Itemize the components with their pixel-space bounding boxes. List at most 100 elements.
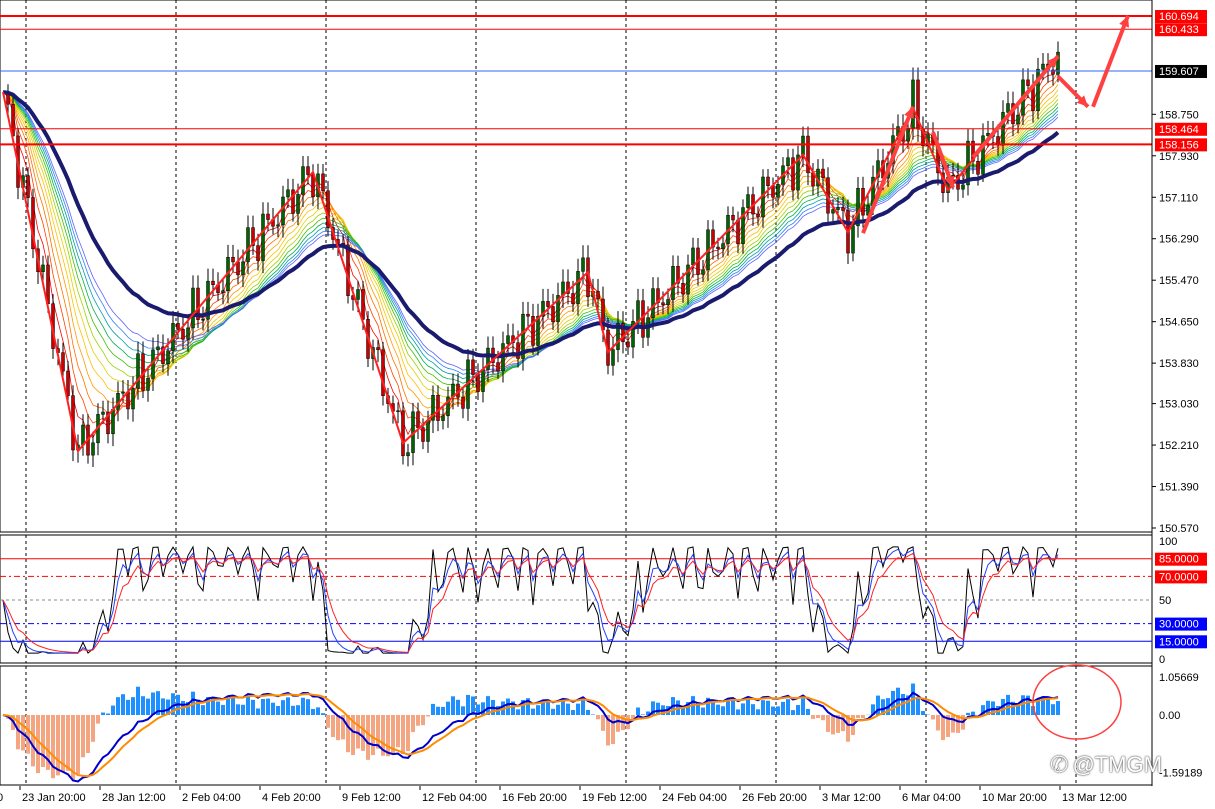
macd-histogram-bar xyxy=(816,715,820,719)
macd-histogram-bar xyxy=(311,708,315,715)
time-tick-label: 3 Mar 12:00 xyxy=(822,792,881,804)
price-tick-label: 157.930 xyxy=(1159,151,1199,163)
macd-histogram-bar xyxy=(116,697,120,715)
candle-body xyxy=(1016,114,1020,125)
tmgm-logo-icon: ✆ xyxy=(1050,752,1069,777)
macd-histogram-bar xyxy=(51,715,55,779)
macd-histogram-bar xyxy=(106,713,110,715)
candle-body xyxy=(481,369,485,392)
watermark-text: @TMGM xyxy=(1072,752,1162,777)
macd-histogram-bar xyxy=(466,694,470,715)
macd-histogram-bar xyxy=(861,715,865,719)
macd-histogram-bar xyxy=(451,696,455,715)
time-tick-label: 24 Feb 04:00 xyxy=(662,792,727,804)
candle-body xyxy=(26,175,30,198)
chart-canvas[interactable]: 158.750 157.930 157.110 156.290 155.470 154.6… xyxy=(0,0,1215,809)
price-tick-label: 153.830 xyxy=(1159,358,1199,370)
macd-histogram-bar xyxy=(801,698,805,715)
main-panel xyxy=(0,0,1153,533)
candle-body xyxy=(691,247,695,266)
macd-histogram-bar xyxy=(56,715,60,776)
macd-histogram-bar xyxy=(721,706,725,715)
macd-histogram-bar xyxy=(41,715,45,768)
macd-zero-label: 0.00 xyxy=(1159,710,1180,722)
macd-histogram-bar xyxy=(136,686,140,715)
price-level-tag-label: 158.464 xyxy=(1159,124,1199,136)
chart-window[interactable]: 158.750 157.930 157.110 156.290 155.470 154.6… xyxy=(0,0,1215,809)
macd-histogram-bar xyxy=(86,715,90,754)
macd-histogram-bar xyxy=(316,707,320,715)
time-tick-label: 16 Feb 20:00 xyxy=(502,792,567,804)
macd-histogram-bar xyxy=(296,705,300,715)
macd-histogram-bar xyxy=(81,715,85,758)
macd-histogram-bar xyxy=(151,692,155,715)
osc-min-label: 0 xyxy=(1159,654,1165,666)
candle-body xyxy=(281,196,285,226)
price-tick-label: 155.470 xyxy=(1159,275,1199,287)
macd-histogram-bar xyxy=(101,712,105,715)
macd-histogram-bar xyxy=(636,707,640,715)
candle-body xyxy=(626,341,630,348)
candle-body xyxy=(81,424,85,446)
macd-histogram-bar xyxy=(716,704,720,715)
candle-body xyxy=(1036,68,1040,112)
macd-histogram-bar xyxy=(921,711,925,715)
macd-histogram-bar xyxy=(251,699,255,715)
candle-body xyxy=(441,415,445,421)
macd-histogram-bar xyxy=(761,700,765,715)
macd-histogram-bar xyxy=(916,697,920,715)
price-level-tag-label: 160.694 xyxy=(1159,11,1199,23)
macd-histogram-bar xyxy=(556,704,560,715)
candle-body xyxy=(571,293,575,305)
candle-body xyxy=(156,346,160,351)
candle-body xyxy=(301,166,305,195)
macd-histogram-bar xyxy=(771,706,775,715)
macd-max-label: 1.05669 xyxy=(1159,672,1199,684)
macd-histogram-bar xyxy=(91,715,95,742)
macd-histogram-bar xyxy=(796,705,800,715)
macd-histogram-bar xyxy=(261,699,265,715)
price-tick-label: 154.650 xyxy=(1159,317,1199,329)
candle-body xyxy=(961,184,965,190)
macd-histogram-bar xyxy=(436,706,440,715)
candle-body xyxy=(121,391,125,394)
candle-body xyxy=(1006,103,1010,113)
osc-level-tag-label: 70.0000 xyxy=(1159,571,1199,583)
macd-histogram-bar xyxy=(221,704,225,715)
osc-level-tag-label: 15.0000 xyxy=(1159,636,1199,648)
candle-body xyxy=(421,427,425,442)
price-level-tag-label: 159.607 xyxy=(1159,66,1199,78)
candle-body xyxy=(681,283,685,295)
time-tick-label: 19 Feb 12:00 xyxy=(582,792,647,804)
macd-histogram-bar xyxy=(266,698,270,715)
candle-body xyxy=(736,219,740,245)
candle-body xyxy=(261,213,265,261)
macd-histogram-bar xyxy=(571,709,575,715)
macd-histogram-bar xyxy=(361,715,365,751)
candle-body xyxy=(1041,63,1045,70)
candle-body xyxy=(1026,79,1030,86)
macd-histogram-bar xyxy=(781,701,785,715)
macd-histogram-bar xyxy=(1046,699,1050,715)
macd-histogram-bar xyxy=(1051,704,1055,715)
macd-panel xyxy=(0,665,1153,786)
candle-body xyxy=(581,257,585,272)
macd-histogram-bar xyxy=(856,715,860,718)
candle-body xyxy=(661,302,665,305)
macd-histogram-bar xyxy=(596,715,600,720)
macd-histogram-bar xyxy=(561,700,565,715)
macd-min-label: -1.59189 xyxy=(1159,767,1202,779)
time-tick-label: 10 Mar 20:00 xyxy=(982,792,1047,804)
candle-body xyxy=(401,410,405,457)
candle-body xyxy=(356,289,360,300)
candle-body xyxy=(136,353,140,389)
macd-histogram-bar xyxy=(746,698,750,715)
macd-histogram-bar xyxy=(546,701,550,715)
time-tick-label: 9 Feb 12:00 xyxy=(342,792,401,804)
candle-body xyxy=(766,176,770,186)
candle-body xyxy=(666,299,670,305)
macd-histogram-bar xyxy=(731,699,735,715)
time-tick-label: 6 Mar 04:00 xyxy=(902,792,961,804)
macd-histogram-bar xyxy=(366,715,370,760)
macd-histogram-bar xyxy=(736,709,740,715)
